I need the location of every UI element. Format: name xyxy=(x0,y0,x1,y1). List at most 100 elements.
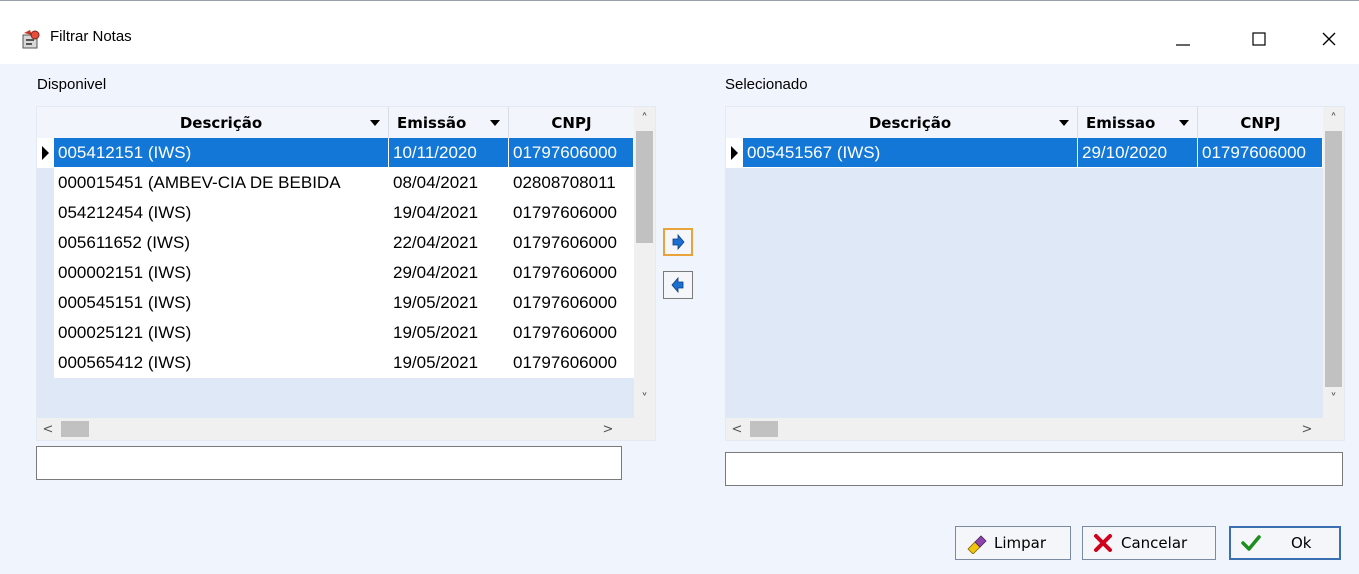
limpar-button[interactable]: Limpar xyxy=(955,526,1071,560)
scroll-thumb[interactable] xyxy=(636,131,653,243)
scroll-down-icon[interactable]: ˅ xyxy=(1323,389,1344,409)
cell-emissao: 19/05/2021 xyxy=(389,288,509,318)
vertical-scrollbar[interactable]: ˄ ˅ xyxy=(1323,107,1344,418)
scroll-up-icon[interactable]: ˄ xyxy=(634,109,655,129)
maximize-icon xyxy=(1252,32,1266,46)
column-header-emissao[interactable]: Emissao xyxy=(1078,107,1198,138)
available-filter-input[interactable] xyxy=(36,446,622,480)
cell-emissao: 19/04/2021 xyxy=(389,198,509,228)
selected-filter-input[interactable] xyxy=(725,452,1343,486)
horizontal-scrollbar[interactable]: < > xyxy=(37,418,634,440)
row-indicator xyxy=(37,228,54,258)
scroll-left-icon[interactable]: < xyxy=(726,418,748,440)
cell-emissao: 08/04/2021 xyxy=(389,168,509,198)
scroll-right-icon[interactable]: > xyxy=(597,418,619,440)
cell-emissao: 19/05/2021 xyxy=(389,348,509,378)
cell-cnpj: 01797606000 xyxy=(509,288,634,318)
table-row[interactable]: 000565412 (IWS) 19/05/2021 01797606000 xyxy=(37,348,634,378)
cell-descricao: 000015451 (AMBEV-CIA DE BEBIDA xyxy=(54,168,389,198)
ok-button[interactable]: Ok xyxy=(1229,526,1341,560)
cell-emissao: 10/11/2020 xyxy=(389,138,509,168)
available-label: Disponivel xyxy=(37,76,107,93)
checkmark-icon xyxy=(1241,535,1261,551)
cell-descricao: 000545151 (IWS) xyxy=(54,288,389,318)
available-grid[interactable]: Descrição Emissão CNPJ 005412151 (IWS) 10… xyxy=(36,106,656,441)
cell-cnpj: 01797606000 xyxy=(509,318,634,348)
cell-descricao: 054212454 (IWS) xyxy=(54,198,389,228)
arrow-right-icon xyxy=(672,234,685,250)
x-icon xyxy=(1094,534,1112,552)
cancelar-button[interactable]: Cancelar xyxy=(1082,526,1216,560)
maximize-button[interactable] xyxy=(1236,19,1282,59)
eraser-icon xyxy=(967,535,987,554)
cell-emissao: 29/10/2020 xyxy=(1078,138,1198,168)
sort-dropdown-icon xyxy=(370,120,380,126)
form-icon xyxy=(22,30,40,49)
scroll-up-icon[interactable]: ˄ xyxy=(1323,109,1344,129)
scroll-down-icon[interactable]: ˅ xyxy=(634,389,655,409)
grid-header: Descrição Emissao CNPJ xyxy=(726,107,1323,138)
horizontal-scrollbar[interactable]: < > xyxy=(726,418,1323,440)
table-row[interactable]: 000015451 (AMBEV-CIA DE BEBIDA 08/04/2021… xyxy=(37,168,634,198)
cell-descricao: 000565412 (IWS) xyxy=(54,348,389,378)
scroll-left-icon[interactable]: < xyxy=(37,418,59,440)
cell-cnpj: 01797606000 xyxy=(1198,138,1323,168)
row-indicator xyxy=(37,318,54,348)
cell-descricao: 000025121 (IWS) xyxy=(54,318,389,348)
row-indicator xyxy=(37,348,54,378)
row-indicator xyxy=(37,198,54,228)
close-button[interactable] xyxy=(1306,19,1352,59)
column-header-emissao[interactable]: Emissão xyxy=(389,107,509,138)
cell-emissao: 19/05/2021 xyxy=(389,318,509,348)
scrollbar-corner xyxy=(1323,418,1344,440)
table-row[interactable]: 000002151 (IWS) 29/04/2021 01797606000 xyxy=(37,258,634,288)
grid-header: Descrição Emissão CNPJ xyxy=(37,107,634,138)
table-row[interactable]: 000025121 (IWS) 19/05/2021 01797606000 xyxy=(37,318,634,348)
minimize-button[interactable] xyxy=(1160,19,1206,59)
cell-cnpj: 01797606000 xyxy=(509,258,634,288)
sort-dropdown-icon xyxy=(1059,120,1069,126)
move-right-button[interactable] xyxy=(663,228,693,256)
close-icon xyxy=(1322,32,1336,46)
cell-descricao: 005451567 (IWS) xyxy=(743,138,1078,168)
current-row-icon xyxy=(42,146,49,160)
table-row[interactable]: 000545151 (IWS) 19/05/2021 01797606000 xyxy=(37,288,634,318)
title-bar: Filtrar Notas xyxy=(0,1,1359,64)
sort-dropdown-icon xyxy=(490,120,500,126)
filtrar-notas-window: Filtrar Notas Disponivel Descrição Emiss… xyxy=(0,0,1359,574)
scrollbar-corner xyxy=(634,418,655,440)
available-rows: 005412151 (IWS) 10/11/2020 01797606000 0000… xyxy=(37,138,634,378)
scroll-right-icon[interactable]: > xyxy=(1296,418,1318,440)
column-header-descricao[interactable]: Descrição xyxy=(54,107,389,138)
arrow-left-icon xyxy=(671,277,684,293)
table-row[interactable]: 005412151 (IWS) 10/11/2020 01797606000 xyxy=(37,138,634,168)
scroll-thumb[interactable] xyxy=(1325,131,1342,387)
cell-descricao: 005611652 (IWS) xyxy=(54,228,389,258)
scroll-thumb[interactable] xyxy=(61,421,89,437)
cell-cnpj: 01797606000 xyxy=(509,228,634,258)
row-indicator xyxy=(37,288,54,318)
column-header-descricao[interactable]: Descrição xyxy=(743,107,1078,138)
table-row[interactable]: 005451567 (IWS) 29/10/2020 01797606000 xyxy=(726,138,1323,168)
sort-dropdown-icon xyxy=(1179,120,1189,126)
row-indicator xyxy=(37,138,54,168)
row-indicator xyxy=(37,168,54,198)
minimize-icon xyxy=(1176,44,1190,46)
column-header-cnpj[interactable]: CNPJ xyxy=(1198,107,1323,138)
row-indicator xyxy=(37,258,54,288)
table-row[interactable]: 005611652 (IWS) 22/04/2021 01797606000 xyxy=(37,228,634,258)
vertical-scrollbar[interactable]: ˄ ˅ xyxy=(634,107,655,418)
row-indicator xyxy=(726,138,743,168)
selected-rows: 005451567 (IWS) 29/10/2020 01797606000 xyxy=(726,138,1323,168)
selected-grid[interactable]: Descrição Emissao CNPJ 005451567 (IWS) 29… xyxy=(725,106,1345,441)
cell-descricao: 005412151 (IWS) xyxy=(54,138,389,168)
window-title: Filtrar Notas xyxy=(50,28,132,45)
cell-cnpj: 01797606000 xyxy=(509,198,634,228)
cell-cnpj: 01797606000 xyxy=(509,348,634,378)
selected-label: Selecionado xyxy=(725,76,808,93)
scroll-thumb[interactable] xyxy=(750,421,778,437)
move-left-button[interactable] xyxy=(663,271,693,299)
column-header-cnpj[interactable]: CNPJ xyxy=(509,107,634,138)
cell-descricao: 000002151 (IWS) xyxy=(54,258,389,288)
table-row[interactable]: 054212454 (IWS) 19/04/2021 01797606000 xyxy=(37,198,634,228)
